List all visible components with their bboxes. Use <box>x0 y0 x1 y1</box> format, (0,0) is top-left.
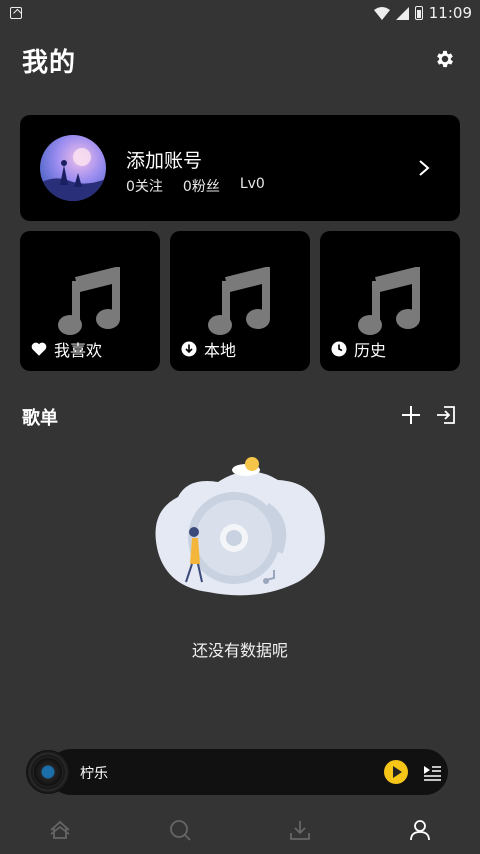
nav-home[interactable] <box>0 810 120 850</box>
battery-icon <box>414 6 423 20</box>
mini-player[interactable]: 柠乐 <box>22 747 448 797</box>
quick-tiles: 我喜欢 本地 历史 <box>20 231 460 371</box>
notification-icon <box>10 7 22 19</box>
avatar[interactable] <box>40 135 106 201</box>
chevron-right-icon[interactable] <box>418 159 430 177</box>
empty-illustration <box>155 457 325 596</box>
page-title: 我的 <box>22 48 77 78</box>
profile-name: 添加账号 <box>126 150 203 172</box>
download-circle-icon <box>181 341 197 357</box>
follow-count[interactable]: 0关注 <box>126 176 163 196</box>
fans-count[interactable]: 0粉丝 <box>183 176 220 196</box>
tile-label: 本地 <box>180 337 236 361</box>
status-bar: 11:09 <box>0 0 480 26</box>
song-title: 柠乐 <box>80 766 108 782</box>
tile-favorites[interactable]: 我喜欢 <box>20 231 160 371</box>
playlist-queue-icon[interactable] <box>422 762 442 782</box>
add-icon[interactable] <box>401 405 421 425</box>
tile-label: 历史 <box>330 337 386 361</box>
tile-local[interactable]: 本地 <box>170 231 310 371</box>
nav-download[interactable] <box>240 810 360 850</box>
nav-profile[interactable] <box>360 810 480 850</box>
wifi-icon <box>373 6 390 20</box>
music-note-icon <box>58 267 120 335</box>
home-icon[interactable] <box>48 818 72 842</box>
playlist-title: 歌单 <box>22 408 58 429</box>
nav-search[interactable] <box>120 810 240 850</box>
download-icon[interactable] <box>288 818 312 842</box>
bottom-nav <box>0 806 480 854</box>
album-disc[interactable] <box>26 750 70 794</box>
profile-stats: 0关注 0粉丝 Lv0 <box>126 176 265 196</box>
search-icon[interactable] <box>168 818 192 842</box>
music-note-icon <box>358 267 420 335</box>
tile-history[interactable]: 历史 <box>320 231 460 371</box>
profile-card[interactable]: 添加账号 0关注 0粉丝 Lv0 <box>20 115 460 221</box>
level-badge: Lv0 <box>239 176 265 192</box>
tile-label: 我喜欢 <box>30 337 102 361</box>
clock-icon <box>331 341 347 357</box>
signal-icon <box>395 6 409 20</box>
empty-state-text: 还没有数据呢 <box>191 641 288 660</box>
play-button[interactable] <box>384 760 408 784</box>
music-note-icon <box>208 267 270 335</box>
status-right: 11:09 <box>373 4 472 22</box>
import-icon[interactable] <box>436 405 456 425</box>
profile-icon[interactable] <box>408 818 432 842</box>
gear-icon[interactable] <box>434 48 456 70</box>
status-time: 11:09 <box>428 4 472 22</box>
heart-icon <box>31 342 47 356</box>
